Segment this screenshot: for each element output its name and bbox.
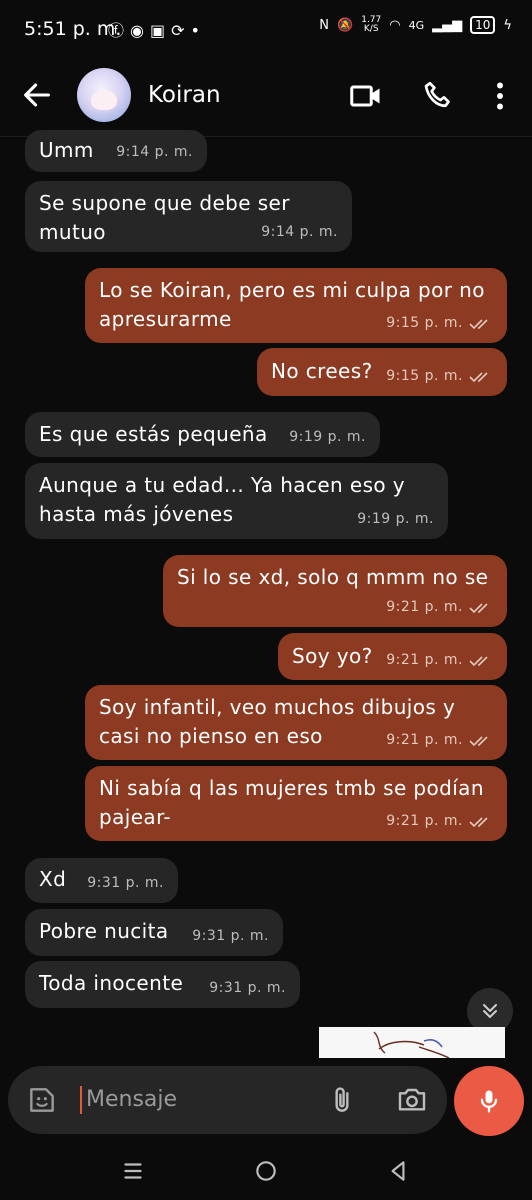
wifi-icon: ◠: [389, 17, 401, 33]
message-meta: 9:31 p. m.: [192, 922, 269, 951]
microphone-icon: [480, 1090, 498, 1113]
speed-unit: K/S: [363, 24, 379, 34]
message-time: 9:31 p. m.: [209, 980, 286, 996]
message-text: Se supone que debe ser mutuo: [39, 191, 290, 244]
back-nav-icon[interactable]: [385, 1158, 411, 1184]
video-call-icon[interactable]: [348, 78, 384, 114]
message-meta: 9:19 p. m.: [289, 423, 366, 452]
message-meta: 9:31 p. m.: [87, 869, 164, 898]
message-meta: 9:15 p. m.: [386, 309, 493, 338]
message-text: Toda inocente: [39, 971, 184, 995]
message-time: 9:21 p. m.: [386, 732, 463, 748]
network-type: 4G: [408, 18, 425, 32]
message-time: 9:21 p. m.: [386, 652, 463, 668]
nfc-icon: N: [319, 17, 330, 33]
rotate-icon: ⟳: [171, 21, 191, 40]
message-meta: 9:21 p. m.: [386, 593, 493, 622]
camera-icon[interactable]: [396, 1084, 428, 1116]
message-input-bar: Mensaje: [8, 1066, 447, 1134]
message-meta: 9:14 p. m.: [116, 138, 193, 167]
message-meta: 9:21 p. m.: [386, 726, 493, 755]
message-incoming[interactable]: Es que estás pequeña 9:19 p. m.: [25, 412, 380, 457]
read-receipt-icon: [469, 371, 488, 382]
more-vert-icon[interactable]: [482, 78, 518, 114]
status-time: 5:51 p. m.: [24, 18, 122, 40]
read-receipt-icon: [469, 816, 488, 827]
message-text: Aunque a tu edad... Ya hacen eso y hasta…: [39, 473, 406, 526]
status-right: N 🔕 1.77 K/S ◠ 4G ▂▄▆ 10 ϟ: [319, 16, 512, 34]
mute-icon: 🔕: [337, 17, 354, 33]
message-meta: 9:14 p. m.: [261, 218, 338, 247]
message-incoming[interactable]: Pobre nucita 9:31 p. m.: [25, 909, 283, 956]
message-text: Si lo se xd, solo q mmm no se: [177, 565, 489, 589]
message-text: Pobre nucita: [39, 919, 169, 943]
message-outgoing[interactable]: Soy yo? 9:21 p. m.: [278, 633, 507, 680]
network-speed: 1.77 K/S: [361, 16, 381, 34]
contact-name[interactable]: Koiran: [148, 82, 221, 108]
message-text: Xd: [39, 867, 67, 891]
avatar[interactable]: [77, 68, 131, 122]
message-outgoing[interactable]: Ni sabía q las mujeres tmb se podían paj…: [85, 766, 507, 841]
status-bar: 5:51 p. m. ⓕ◉▣⟳• N 🔕 1.77 K/S ◠ 4G ▂▄▆ 1…: [0, 0, 532, 60]
message-input[interactable]: Mensaje: [80, 1086, 177, 1114]
message-text: Umm: [39, 138, 94, 162]
message-time: 9:19 p. m.: [289, 429, 366, 445]
attach-icon[interactable]: [326, 1084, 358, 1116]
message-incoming[interactable]: Xd 9:31 p. m.: [25, 858, 178, 903]
phone-icon[interactable]: [420, 78, 456, 114]
signal-icon: ▂▄▆: [432, 17, 463, 33]
double-chevron-down-icon: [483, 1004, 497, 1018]
message-time: 9:31 p. m.: [192, 928, 269, 944]
message-time: 9:19 p. m.: [357, 511, 434, 527]
message-incoming[interactable]: Umm 9:14 p. m.: [25, 130, 207, 172]
back-arrow-icon[interactable]: [20, 78, 54, 112]
home-icon[interactable]: [253, 1158, 279, 1184]
message-time: 9:21 p. m.: [386, 813, 463, 829]
facebook-icon: ⓕ: [108, 21, 131, 40]
read-receipt-icon: [469, 602, 488, 613]
message-meta: 9:15 p. m.: [386, 362, 493, 391]
message-meta: 9:21 p. m.: [386, 807, 493, 836]
message-time: 9:15 p. m.: [386, 315, 463, 331]
chat-header: Koiran: [0, 60, 532, 137]
battery-icon: 10: [470, 16, 496, 34]
dot-icon: •: [190, 21, 206, 40]
message-text: Es que estás pequeña: [39, 422, 268, 446]
chat-bubble-icon: ◉: [130, 21, 150, 40]
message-outgoing[interactable]: No crees? 9:15 p. m.: [257, 348, 507, 396]
message-meta: 9:31 p. m.: [209, 974, 286, 1003]
read-receipt-icon: [469, 318, 488, 329]
message-meta: 9:21 p. m.: [386, 646, 493, 675]
message-time: 9:21 p. m.: [386, 599, 463, 615]
message-text: No crees?: [271, 359, 373, 383]
read-receipt-icon: [469, 735, 488, 746]
message-meta: 9:19 p. m.: [357, 505, 434, 534]
message-time: 9:31 p. m.: [87, 875, 164, 891]
app-icon: ▣: [149, 21, 172, 40]
notification-icons: ⓕ◉▣⟳•: [108, 17, 206, 41]
message-text: Soy yo?: [292, 644, 373, 668]
image-preview-sketch: [373, 1031, 450, 1058]
charging-icon: ϟ: [503, 17, 512, 33]
message-outgoing[interactable]: Lo se Koiran, pero es mi culpa por no ap…: [85, 268, 507, 343]
message-incoming[interactable]: Aunque a tu edad... Ya hacen eso y hasta…: [25, 463, 448, 539]
microphone-button[interactable]: [454, 1066, 524, 1136]
message-time: 9:14 p. m.: [261, 224, 338, 240]
read-receipt-icon: [469, 655, 488, 666]
sticker-icon[interactable]: [26, 1084, 58, 1116]
recent-apps-icon[interactable]: [120, 1158, 146, 1184]
image-message-preview[interactable]: [319, 1027, 505, 1058]
message-outgoing[interactable]: Si lo se xd, solo q mmm no se 9:21 p. m.: [163, 555, 507, 627]
message-outgoing[interactable]: Soy infantil, veo muchos dibujos y casi …: [85, 685, 507, 760]
system-nav-bar: [0, 1140, 532, 1200]
message-incoming[interactable]: Se supone que debe ser mutuo 9:14 p. m.: [25, 181, 352, 252]
message-time: 9:14 p. m.: [116, 144, 193, 160]
message-incoming[interactable]: Toda inocente 9:31 p. m.: [25, 961, 300, 1008]
message-time: 9:15 p. m.: [386, 368, 463, 384]
